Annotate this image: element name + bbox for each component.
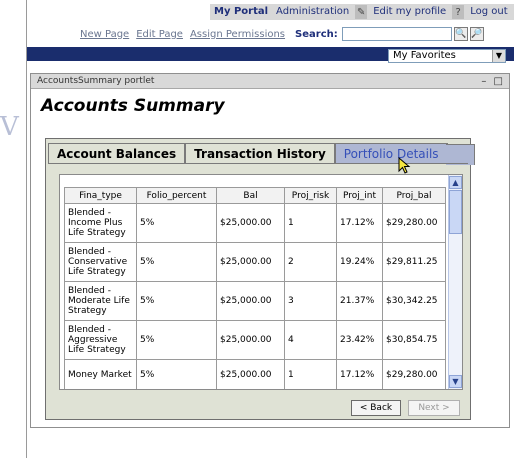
scroll-down-icon[interactable]: ▼ <box>449 375 462 388</box>
tab-account-balances[interactable]: Account Balances <box>48 143 186 163</box>
new-page-link[interactable]: New Page <box>80 29 129 40</box>
table-row[interactable]: Blended - Aggressive Life Strategy 5% $2… <box>64 320 446 360</box>
table-cell: Blended - Income Plus Life Strategy <box>64 203 137 243</box>
table-cell: 23.42% <box>336 320 383 360</box>
advanced-search-icon[interactable]: 🔎 <box>469 27 484 41</box>
table-cell: $25,000.00 <box>216 242 285 282</box>
portal-nav-bar: My Portal Administration ✎ Edit my profi… <box>210 4 514 20</box>
help-icon[interactable]: ? <box>452 5 465 19</box>
table-cell: $30,342.25 <box>382 281 446 321</box>
table-cell: $25,000.00 <box>216 281 285 321</box>
table-cell: $29,280.00 <box>382 359 446 389</box>
table-cell: 3 <box>284 281 337 321</box>
table-cell: 1 <box>284 203 337 243</box>
portfolio-table-container[interactable]: Fina_type Folio_percent Bal Proj_risk Pr… <box>59 174 463 390</box>
favorites-selected-value: My Favorites <box>393 50 456 61</box>
edit-page-link[interactable]: Edit Page <box>136 29 183 40</box>
table-cell: 4 <box>284 320 337 360</box>
table-cell: $25,000.00 <box>216 203 285 243</box>
page-actions-row: New Page Edit Page Assign Permissions Se… <box>80 26 514 42</box>
table-cell: $29,811.25 <box>382 242 446 282</box>
accounts-summary-portlet: AccountsSummary portlet – □ Accounts Sum… <box>30 73 510 428</box>
pencil-icon: ✎ <box>355 5 368 19</box>
logout-link[interactable]: Log out <box>466 4 511 20</box>
table-cell: 5% <box>136 359 217 389</box>
table-cell: 5% <box>136 242 217 282</box>
column-header[interactable]: Folio_percent <box>136 187 217 204</box>
table-cell: 19.24% <box>336 242 383 282</box>
table-row[interactable]: Blended - Conservative Life Strategy 5% … <box>64 242 446 282</box>
maximize-icon[interactable]: □ <box>494 76 503 87</box>
table-cell: 2 <box>284 242 337 282</box>
table-cell: $25,000.00 <box>216 359 285 389</box>
edit-profile-link[interactable]: Edit my profile <box>369 4 450 20</box>
table-cell: 5% <box>136 281 217 321</box>
my-portal-link[interactable]: My Portal <box>210 4 272 20</box>
table-cell: $30,854.75 <box>382 320 446 360</box>
back-button[interactable]: < Back <box>351 400 401 416</box>
table-cell: Blended - Conservative Life Strategy <box>64 242 137 282</box>
search-icon[interactable]: 🔍 <box>453 27 468 41</box>
minimize-icon[interactable]: – <box>481 76 486 87</box>
page-title: Accounts Summary <box>41 96 225 116</box>
portfolio-table: Fina_type Folio_percent Bal Proj_risk Pr… <box>64 187 446 389</box>
table-cell: $29,280.00 <box>382 203 446 243</box>
table-cell: Blended - Aggressive Life Strategy <box>64 320 137 360</box>
tab-transaction-history[interactable]: Transaction History <box>185 143 335 163</box>
portlet-title: AccountsSummary portlet <box>37 76 155 86</box>
scroll-thumb[interactable] <box>449 190 462 234</box>
assign-permissions-link[interactable]: Assign Permissions <box>190 29 285 40</box>
next-button[interactable]: Next > <box>408 400 460 416</box>
scroll-up-icon[interactable]: ▲ <box>449 176 462 189</box>
tab-portfolio-details[interactable]: Portfolio Details <box>334 143 475 165</box>
tab-bar: Account Balances Transaction History Por… <box>48 141 475 165</box>
table-row[interactable]: Money Market 5% $25,000.00 1 17.12% $29,… <box>64 359 446 389</box>
search-label: Search: <box>295 28 338 40</box>
tab-panel: Account Balances Transaction History Por… <box>45 138 475 420</box>
vertical-scrollbar[interactable]: ▲ ▼ <box>448 175 462 389</box>
mouse-cursor-icon <box>398 157 411 174</box>
administration-link[interactable]: Administration <box>272 4 353 20</box>
column-header[interactable]: Proj_bal <box>382 187 446 204</box>
table-cell: Money Market <box>64 359 137 389</box>
table-cell: 1 <box>284 359 337 389</box>
search-input[interactable] <box>341 27 452 41</box>
portlet-titlebar: AccountsSummary portlet – □ <box>31 74 509 89</box>
table-cell: 17.12% <box>336 203 383 243</box>
column-header[interactable]: Bal <box>216 187 285 204</box>
table-cell: 5% <box>136 203 217 243</box>
table-cell: 5% <box>136 320 217 360</box>
table-cell: Blended - Moderate Life Strategy <box>64 281 137 321</box>
background-letter: V <box>0 112 19 142</box>
column-header[interactable]: Proj_risk <box>284 187 337 204</box>
chevron-down-icon[interactable]: ▼ <box>492 50 505 62</box>
column-header[interactable]: Fina_type <box>64 187 137 204</box>
table-cell: 17.12% <box>336 359 383 389</box>
table-header-row: Fina_type Folio_percent Bal Proj_risk Pr… <box>64 187 446 204</box>
column-header[interactable]: Proj_int <box>336 187 383 204</box>
table-row[interactable]: Blended - Income Plus Life Strategy 5% $… <box>64 203 446 243</box>
table-row[interactable]: Blended - Moderate Life Strategy 5% $25,… <box>64 281 446 321</box>
favorites-select[interactable]: My Favorites ▼ <box>388 49 506 63</box>
table-cell: 21.37% <box>336 281 383 321</box>
table-cell: $25,000.00 <box>216 320 285 360</box>
